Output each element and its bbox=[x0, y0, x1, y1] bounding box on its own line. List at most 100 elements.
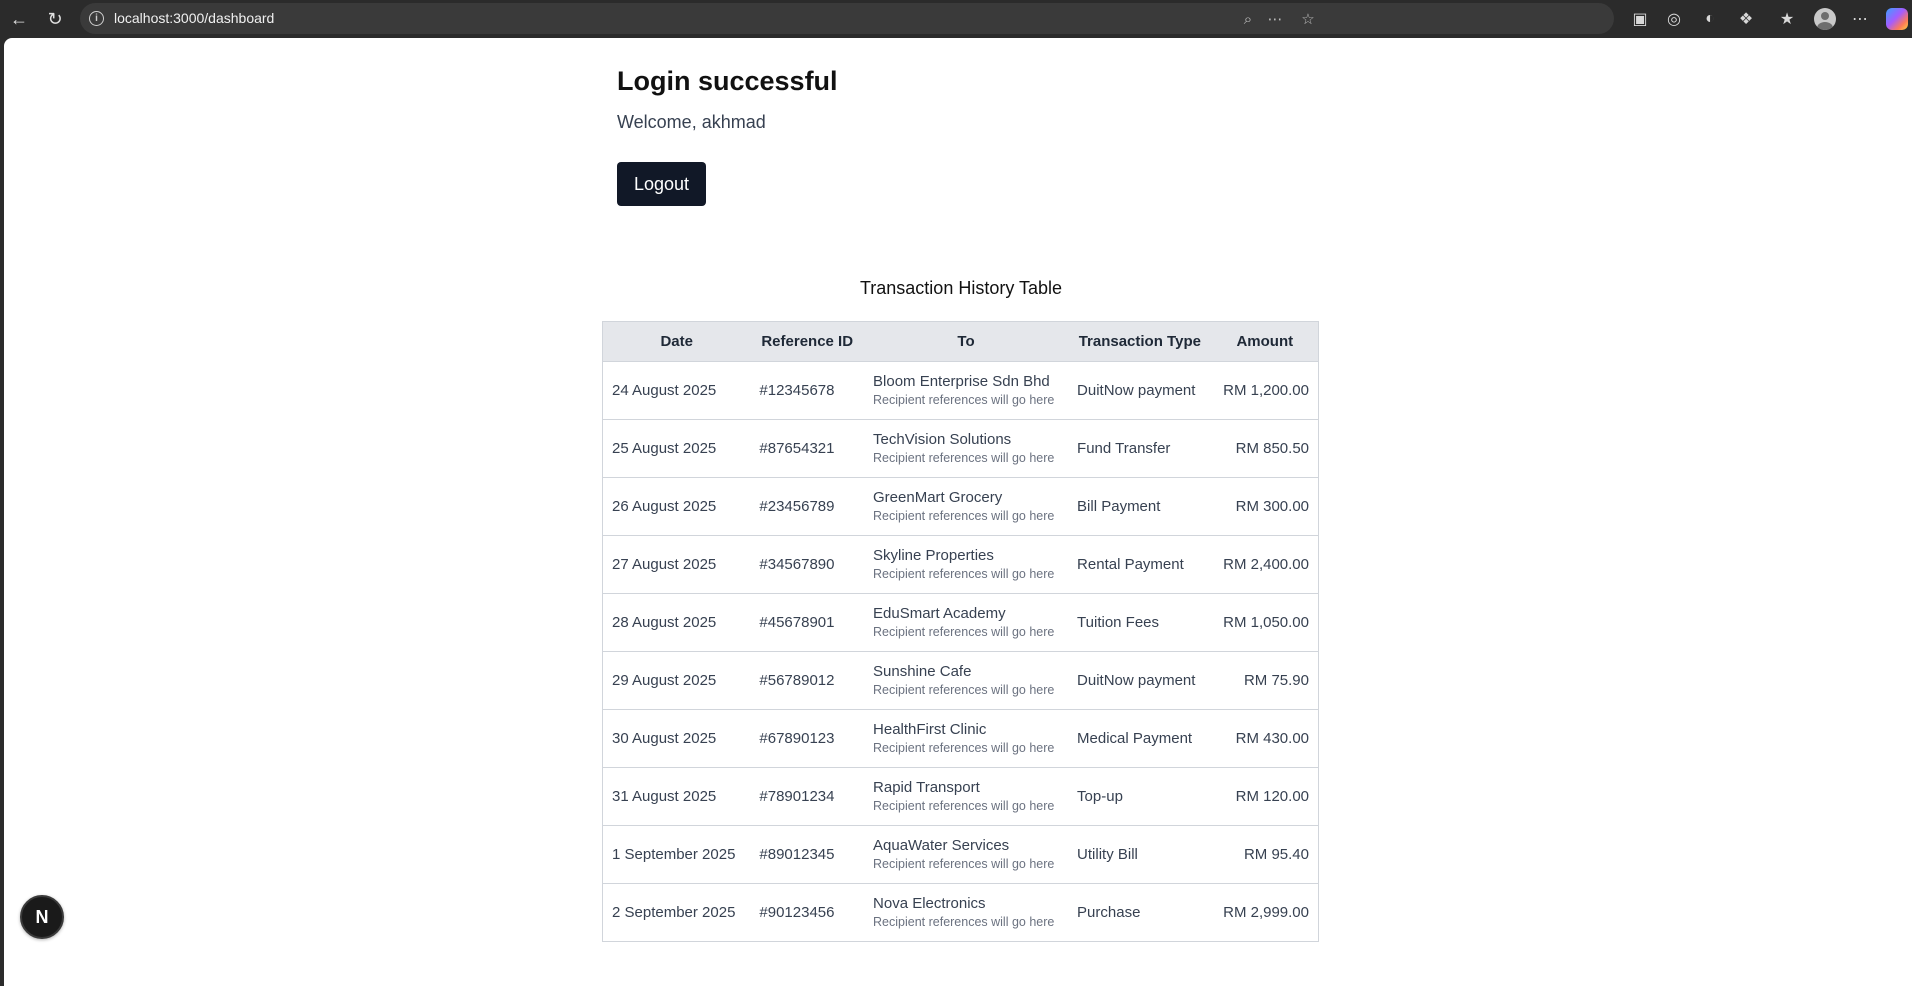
cell-reference-id: #67890123 bbox=[750, 709, 865, 768]
welcome-message: Welcome, akhmad bbox=[617, 112, 766, 132]
column-header-amount: Amount bbox=[1211, 321, 1319, 362]
cell-amount: RM 75.90 bbox=[1211, 651, 1319, 710]
table-row: 1 September 2025 #89012345 AquaWater Servi… bbox=[602, 825, 1319, 884]
cell-date: 24 August 2025 bbox=[602, 361, 751, 420]
cell-date: 30 August 2025 bbox=[602, 709, 751, 768]
nextjs-dev-badge[interactable]: N bbox=[20, 895, 64, 939]
recipient-reference: Recipient references will go here bbox=[873, 509, 1055, 523]
column-header-to: To bbox=[864, 321, 1069, 362]
cell-transaction-type: Top-up bbox=[1068, 767, 1212, 826]
recipient-reference: Recipient references will go here bbox=[873, 567, 1055, 581]
cell-amount: RM 2,400.00 bbox=[1211, 535, 1319, 594]
copilot-icon[interactable] bbox=[1886, 8, 1908, 30]
more-menu-icon[interactable]: ⋯ bbox=[1848, 7, 1872, 31]
reload-icon[interactable]: ↻ bbox=[43, 7, 67, 31]
site-info-icon[interactable]: i bbox=[89, 11, 104, 26]
extension-icon[interactable]: ◐ bbox=[1698, 7, 1722, 31]
cell-amount: RM 1,200.00 bbox=[1211, 361, 1319, 420]
cell-reference-id: #12345678 bbox=[750, 361, 865, 420]
recipient-reference: Recipient references will go here bbox=[873, 451, 1055, 465]
cell-amount: RM 430.00 bbox=[1211, 709, 1319, 768]
cell-date: 27 August 2025 bbox=[602, 535, 751, 594]
cell-transaction-type: Bill Payment bbox=[1068, 477, 1212, 536]
cell-date: 2 September 2025 bbox=[602, 883, 751, 942]
cell-amount: RM 120.00 bbox=[1211, 767, 1319, 826]
profile-avatar[interactable] bbox=[1814, 8, 1836, 30]
cell-to: Sunshine Cafe Recipient references will g… bbox=[864, 651, 1069, 710]
transaction-table: Date Reference ID To Transaction Type Am… bbox=[602, 321, 1319, 942]
cell-to: HealthFirst Clinic Recipient references w… bbox=[864, 709, 1069, 768]
recipient-name: EduSmart Academy bbox=[873, 605, 1006, 622]
table-row: 24 August 2025 #12345678 Bloom Enterprise … bbox=[602, 361, 1319, 420]
recipient-reference: Recipient references will go here bbox=[873, 857, 1055, 871]
recipient-name: Bloom Enterprise Sdn Bhd bbox=[873, 373, 1050, 390]
recipient-reference: Recipient references will go here bbox=[873, 799, 1055, 813]
cell-reference-id: #56789012 bbox=[750, 651, 865, 710]
extensions-puzzle-icon[interactable]: ❖ bbox=[1734, 7, 1758, 31]
recipient-reference: Recipient references will go here bbox=[873, 393, 1055, 407]
table-row: 29 August 2025 #56789012 Sunshine Cafe Reci… bbox=[602, 651, 1319, 710]
cell-date: 26 August 2025 bbox=[602, 477, 751, 536]
logout-button[interactable]: Logout bbox=[617, 162, 706, 206]
cell-to: EduSmart Academy Recipient references wil… bbox=[864, 593, 1069, 652]
recipient-reference: Recipient references will go here bbox=[873, 625, 1055, 639]
recipient-name: Rapid Transport bbox=[873, 779, 980, 796]
cell-date: 29 August 2025 bbox=[602, 651, 751, 710]
zoom-icon[interactable]: ⌕ bbox=[1236, 7, 1260, 31]
cell-to: GreenMart Grocery Recipient references wi… bbox=[864, 477, 1069, 536]
table-row: 30 August 2025 #67890123 HealthFirst Clini… bbox=[602, 709, 1319, 768]
column-header-reference-id: Reference ID bbox=[750, 321, 865, 362]
reader-icon[interactable]: ⋯ bbox=[1263, 7, 1287, 31]
cell-transaction-type: Medical Payment bbox=[1068, 709, 1212, 768]
cell-reference-id: #23456789 bbox=[750, 477, 865, 536]
page-title: Login successful bbox=[617, 66, 838, 96]
recipient-name: Sunshine Cafe bbox=[873, 663, 972, 680]
recipient-reference: Recipient references will go here bbox=[873, 741, 1055, 755]
table-row: 25 August 2025 #87654321 TechVision Soluti… bbox=[602, 419, 1319, 478]
cell-to: Bloom Enterprise Sdn Bhd Recipient refere… bbox=[864, 361, 1069, 420]
cell-date: 25 August 2025 bbox=[602, 419, 751, 478]
cell-date: 1 September 2025 bbox=[602, 825, 751, 884]
cell-transaction-type: Utility Bill bbox=[1068, 825, 1212, 884]
table-row: 27 August 2025 #34567890 Skyline Propertie… bbox=[602, 535, 1319, 594]
recipient-name: GreenMart Grocery bbox=[873, 489, 1003, 506]
cell-amount: RM 2,999.00 bbox=[1211, 883, 1319, 942]
cell-to: AquaWater Services Recipient references w… bbox=[864, 825, 1069, 884]
cell-amount: RM 850.50 bbox=[1211, 419, 1319, 478]
recipient-name: Nova Electronics bbox=[873, 895, 986, 912]
cell-reference-id: #78901234 bbox=[750, 767, 865, 826]
url-text[interactable]: localhost:3000/dashboard bbox=[114, 3, 274, 34]
column-header-transaction-type: Transaction Type bbox=[1068, 321, 1212, 362]
address-bar[interactable]: i localhost:3000/dashboard ⌕ ⋯ ☆ bbox=[80, 3, 1614, 34]
cell-to: TechVision Solutions Recipient references… bbox=[864, 419, 1069, 478]
cell-transaction-type: Tuition Fees bbox=[1068, 593, 1212, 652]
cell-reference-id: #34567890 bbox=[750, 535, 865, 594]
cell-date: 31 August 2025 bbox=[602, 767, 751, 826]
browser-toolbar: ← ↻ i localhost:3000/dashboard ⌕ ⋯ ☆ ▣ ◎… bbox=[0, 0, 1912, 38]
extension-icon[interactable]: ◎ bbox=[1662, 7, 1686, 31]
back-icon[interactable]: ← bbox=[7, 7, 31, 31]
recipient-reference: Recipient references will go here bbox=[873, 683, 1055, 697]
table-row: 26 August 2025 #23456789 GreenMart Grocery… bbox=[602, 477, 1319, 536]
cell-to: Nova Electronics Recipient references wil… bbox=[864, 883, 1069, 942]
cell-transaction-type: Fund Transfer bbox=[1068, 419, 1212, 478]
page-viewport: Login successful Welcome, akhmad Logout … bbox=[4, 38, 1912, 986]
cell-reference-id: #90123456 bbox=[750, 883, 865, 942]
cell-reference-id: #87654321 bbox=[750, 419, 865, 478]
cell-transaction-type: DuitNow payment bbox=[1068, 361, 1212, 420]
table-row: 28 August 2025 #45678901 EduSmart Academy R… bbox=[602, 593, 1319, 652]
cell-amount: RM 95.40 bbox=[1211, 825, 1319, 884]
table-row: 2 September 2025 #90123456 Nova Electronic… bbox=[602, 883, 1319, 942]
recipient-name: HealthFirst Clinic bbox=[873, 721, 987, 738]
extension-icon[interactable]: ▣ bbox=[1628, 7, 1652, 31]
cell-transaction-type: DuitNow payment bbox=[1068, 651, 1212, 710]
cell-transaction-type: Purchase bbox=[1068, 883, 1212, 942]
recipient-name: TechVision Solutions bbox=[873, 431, 1012, 448]
cell-transaction-type: Rental Payment bbox=[1068, 535, 1212, 594]
cell-to: Skyline Properties Recipient references w… bbox=[864, 535, 1069, 594]
table-row: 31 August 2025 #78901234 Rapid Transport Re… bbox=[602, 767, 1319, 826]
cell-to: Rapid Transport Recipient references will… bbox=[864, 767, 1069, 826]
cell-amount: RM 300.00 bbox=[1211, 477, 1319, 536]
favorite-star-icon[interactable]: ☆ bbox=[1296, 7, 1320, 31]
favorites-icon[interactable]: ★ bbox=[1775, 7, 1799, 31]
